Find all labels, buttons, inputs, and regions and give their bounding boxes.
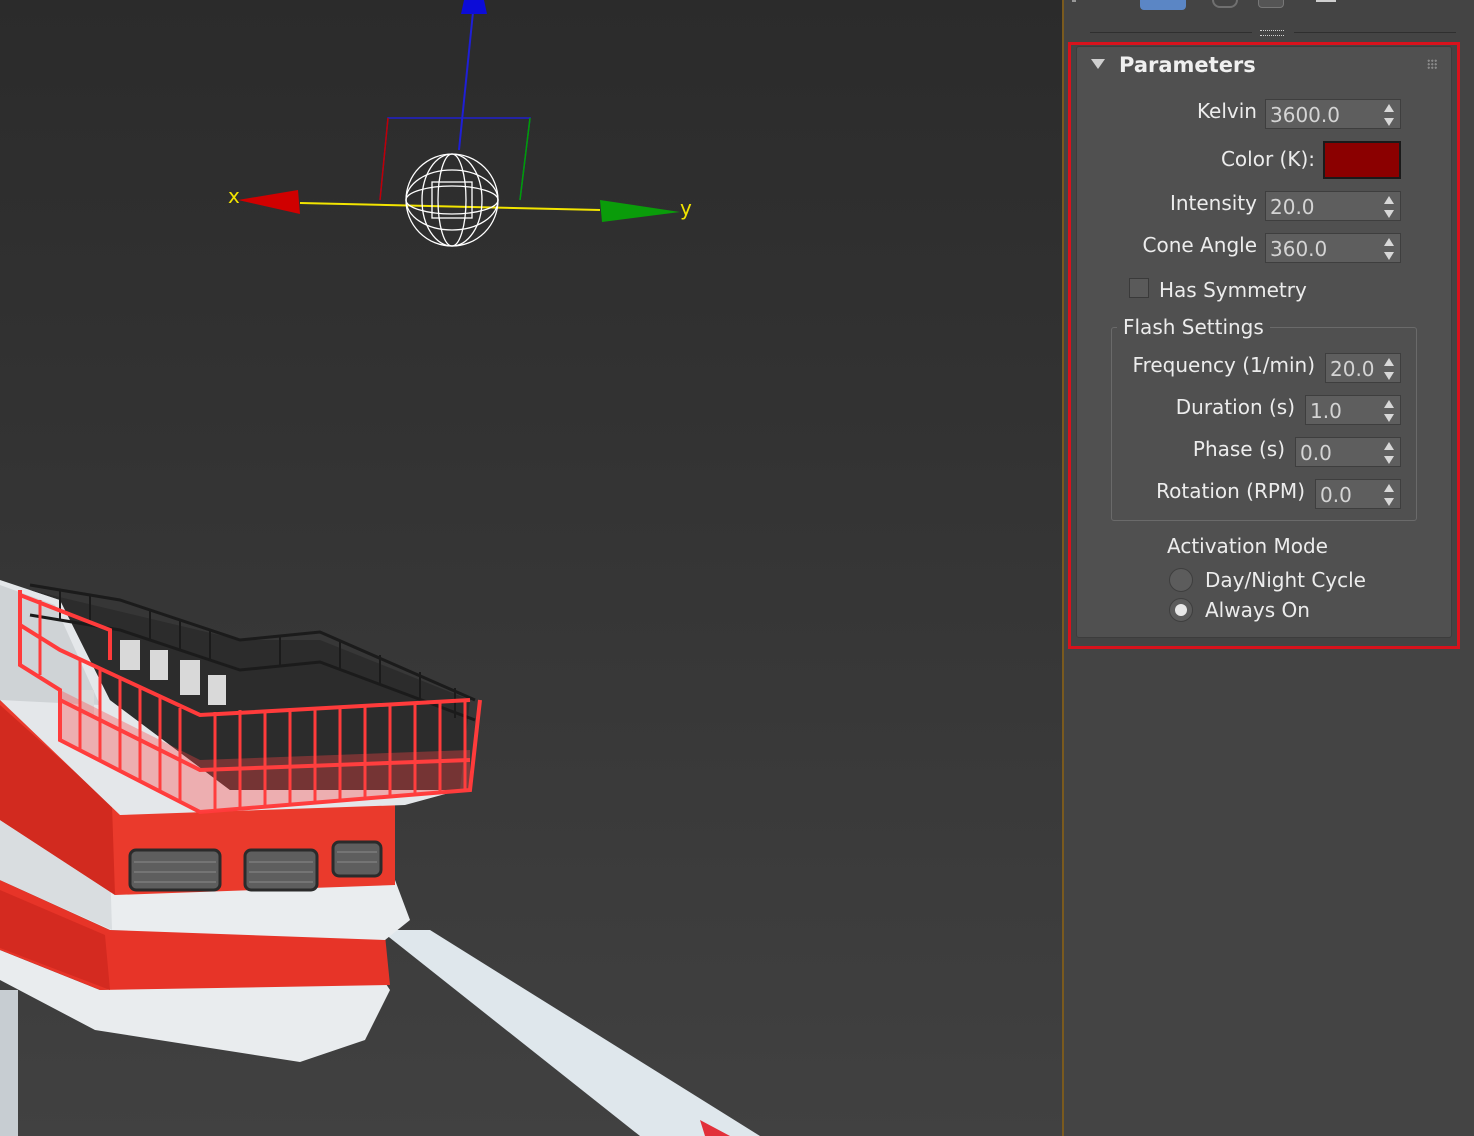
separator-line-right <box>1294 32 1456 33</box>
transform-gizmo <box>238 0 680 247</box>
axis-x-label: x <box>228 184 240 208</box>
3d-viewport[interactable]: x y <box>0 0 1062 1136</box>
command-panel: Parameters Kelvin 3600.0 Color (K): Inte… <box>1064 0 1474 1136</box>
highlight-box <box>1068 42 1460 649</box>
axis-y-label: y <box>680 196 692 220</box>
tower-model <box>0 580 482 1062</box>
separator-line-left <box>1090 32 1252 33</box>
tower-pole <box>0 990 18 1136</box>
modify-tab-button[interactable] <box>1140 0 1186 10</box>
toolbar-arrow-icon[interactable] <box>1072 0 1076 2</box>
splitter-grip-icon[interactable] <box>1260 30 1284 36</box>
motion-tab-icon[interactable] <box>1258 0 1284 8</box>
beam-structure <box>380 930 760 1136</box>
scene-svg <box>0 0 760 1136</box>
display-tab-icon[interactable] <box>1316 0 1336 2</box>
hierarchy-tab-icon[interactable] <box>1212 0 1238 8</box>
